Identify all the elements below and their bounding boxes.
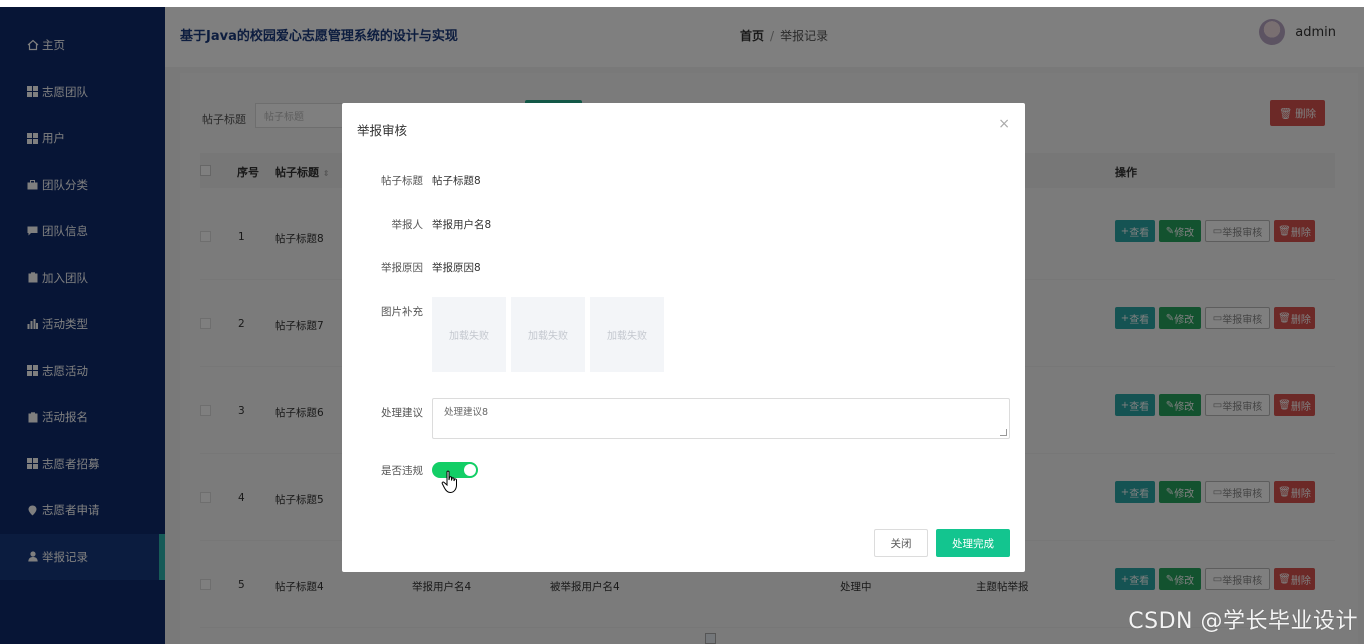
violation-label: 是否违规: [381, 465, 423, 477]
advice-label: 处理建议: [381, 407, 423, 419]
images-label: 图片补充: [381, 306, 423, 318]
reason-label: 举报原因: [381, 262, 423, 274]
close-button[interactable]: 关闭: [874, 529, 928, 557]
switch-knob: [464, 464, 476, 476]
report-review-dialog: 举报审核 × 帖子标题 帖子标题8 举报人 举报用户名8 举报原因 举报原因8 …: [342, 103, 1025, 572]
dialog-title: 举报审核: [357, 123, 408, 138]
process-done-button[interactable]: 处理完成: [936, 529, 1010, 557]
hand-cursor-icon: [441, 470, 457, 494]
image-placeholder[interactable]: 加载失败: [432, 297, 506, 372]
post-title-label: 帖子标题: [381, 175, 423, 187]
advice-textarea[interactable]: 处理建议8: [432, 398, 1010, 439]
image-placeholder[interactable]: 加载失败: [511, 297, 585, 372]
close-icon[interactable]: ×: [998, 116, 1010, 132]
image-placeholder[interactable]: 加载失败: [590, 297, 664, 372]
watermark: CSDN @学长毕业设计: [1128, 609, 1358, 634]
post-title-value: 帖子标题8: [432, 175, 481, 187]
reason-value: 举报原因8: [432, 262, 481, 274]
reporter-label: 举报人: [391, 219, 424, 231]
reporter-value: 举报用户名8: [432, 219, 492, 231]
